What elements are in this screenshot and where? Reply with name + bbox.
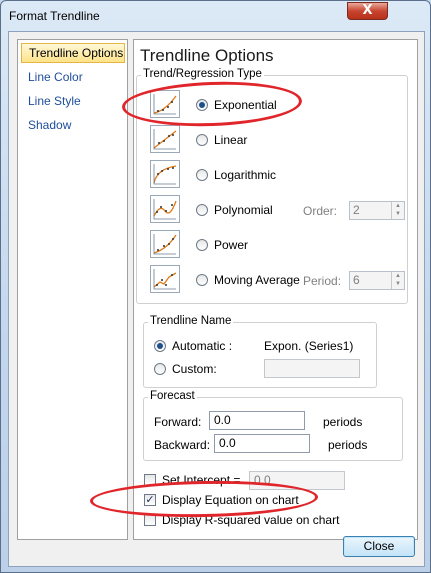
set-intercept-checkbox[interactable] [144,474,156,486]
trendline-name-group-label: Trendline Name [148,315,234,327]
custom-name-input[interactable] [264,359,360,378]
format-trendline-dialog: Format Trendline X Trendline Options Lin… [0,0,431,573]
window-close-button[interactable]: X [347,2,388,20]
order-value: 2 [353,203,360,217]
exponential-radio[interactable] [196,99,208,111]
forecast-group: Forecast Forward: 0.0 periods Backward: … [143,390,403,461]
nav-item-line-color[interactable]: Line Color [21,67,125,87]
title-bar[interactable]: Format Trendline X [1,1,430,29]
exponential-label[interactable]: Exponential [214,98,277,112]
period-label: Period: [303,274,342,288]
backward-unit: periods [328,438,368,452]
order-label: Order: [303,204,338,218]
linear-label[interactable]: Linear [214,133,247,147]
trend-type-group: Trend/Regression Type Exponential Linear [136,68,408,304]
close-icon: X [362,3,373,18]
set-intercept-label[interactable]: Set Intercept = [162,473,240,487]
exponential-trend-icon [150,90,180,118]
automatic-name-label[interactable]: Automatic : [172,339,232,353]
linear-radio[interactable] [196,134,208,146]
checkmark-icon: ✓ [145,493,155,506]
moving-average-label[interactable]: Moving Average [214,273,300,287]
nav-item-trendline-options[interactable]: Trendline Options [21,43,125,63]
period-spin-arrows[interactable]: ▲ ▼ [391,272,404,289]
forward-input[interactable]: 0.0 [209,411,305,430]
trend-type-group-label: Trend/Regression Type [141,68,264,80]
intercept-input[interactable]: 0.0 [249,471,345,490]
spin-down-icon[interactable]: ▼ [392,210,404,218]
spin-down-icon[interactable]: ▼ [392,280,404,288]
moving-average-trend-icon [150,265,180,293]
custom-name-label[interactable]: Custom: [172,362,217,376]
linear-trend-icon [150,125,180,153]
spin-up-icon[interactable]: ▲ [392,202,404,210]
logarithmic-radio[interactable] [196,169,208,181]
power-radio[interactable] [196,239,208,251]
spin-up-icon[interactable]: ▲ [392,272,404,280]
polynomial-radio[interactable] [196,204,208,216]
power-label[interactable]: Power [214,238,248,252]
nav-item-shadow[interactable]: Shadow [21,115,125,135]
logarithmic-label[interactable]: Logarithmic [214,168,276,182]
display-equation-label[interactable]: Display Equation on chart [162,493,299,507]
trendline-name-group: Trendline Name Automatic : Expon. (Serie… [143,315,377,388]
display-r-squared-label[interactable]: Display R-squared value on chart [162,513,339,527]
dialog-title: Format Trendline [9,9,100,23]
logarithmic-trend-icon [150,160,180,188]
automatic-name-value: Expon. (Series1) [264,339,354,353]
forward-label: Forward: [154,415,202,429]
dialog-body: Trendline Options Line Color Line Style … [8,31,425,567]
backward-label: Backward: [154,438,211,452]
power-trend-icon [150,230,180,258]
moving-average-radio[interactable] [196,274,208,286]
order-spin-arrows[interactable]: ▲ ▼ [391,202,404,219]
display-equation-checkbox[interactable]: ✓ [144,494,156,506]
panel-title: Trendline Options [140,46,274,65]
period-stepper[interactable]: 6 ▲ ▼ [349,271,405,290]
backward-input[interactable]: 0.0 [214,434,310,453]
automatic-name-radio[interactable] [154,340,166,352]
polynomial-trend-icon [150,195,180,223]
category-nav: Trendline Options Line Color Line Style … [17,39,128,540]
polynomial-label[interactable]: Polynomial [214,203,273,217]
forecast-group-label: Forecast [148,390,197,402]
close-button[interactable]: Close [343,536,415,557]
nav-item-line-style[interactable]: Line Style [21,91,125,111]
display-r-squared-checkbox[interactable] [144,514,156,526]
order-stepper[interactable]: 2 ▲ ▼ [349,201,405,220]
period-value: 6 [353,273,360,287]
custom-name-radio[interactable] [154,363,166,375]
forward-unit: periods [323,415,363,429]
options-panel: Trendline Options Trend/Regression Type … [133,39,418,540]
